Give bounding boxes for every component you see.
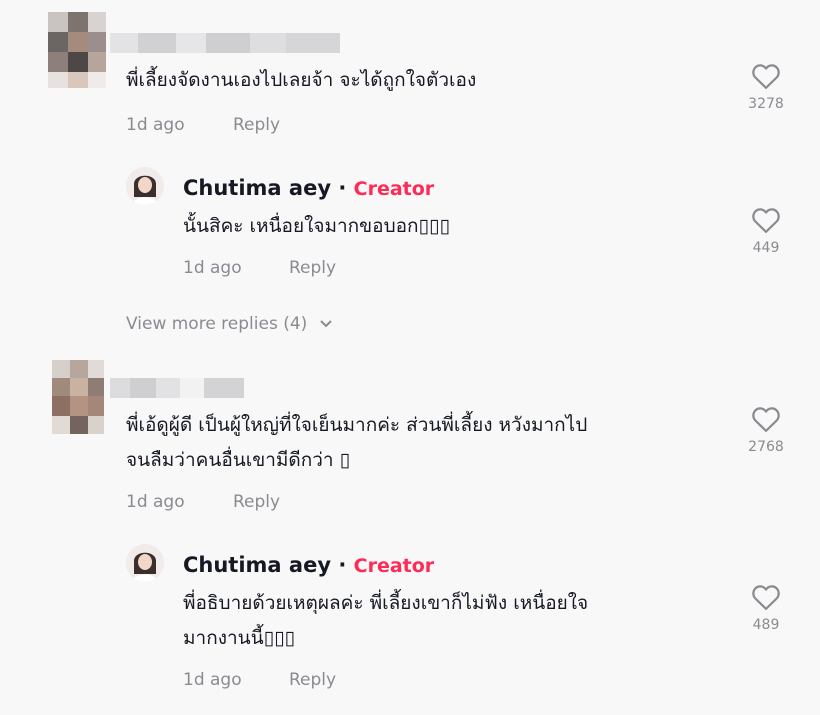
timestamp: 1d ago (183, 258, 242, 278)
view-more-label: View more replies (4) (126, 314, 308, 334)
reply-author: Chutima aey · Creator (183, 553, 434, 577)
creator-avatar[interactable] (126, 167, 164, 205)
author-name[interactable]: Chutima aey (183, 553, 331, 577)
like-count: 449 (752, 240, 780, 256)
view-more-replies[interactable]: View more replies (4) (126, 314, 333, 334)
reply-text: พี่อธิบายด้วยเหตุผลค่ะ พี่เลี้ยงเขาก็ไม่… (183, 592, 589, 649)
like-button[interactable]: 449 (736, 206, 796, 256)
reply-text: นั้นสิคะ เหนื่อยใจมากขอบอก▯▯▯ (183, 215, 450, 237)
author-name[interactable]: Chutima aey (183, 176, 331, 200)
separator: · (338, 553, 347, 577)
timestamp: 1d ago (183, 670, 242, 690)
heart-outline-icon (752, 407, 780, 432)
separator: · (338, 176, 347, 200)
comment-meta: 1d ago Reply (126, 115, 426, 137)
reply-button[interactable]: Reply (289, 670, 336, 690)
reply-button[interactable]: Reply (233, 492, 280, 512)
reply-author: Chutima aey · Creator (183, 176, 434, 200)
comment-meta: 1d ago Reply (126, 492, 426, 514)
heart-outline-icon (752, 585, 780, 610)
comment-2: พี่เอ้ดูผู้ดี เป็นผู้ใหญ่ที่ใจเย็นมากค่ะ… (0, 350, 820, 715)
comment-text: พี่เอ้ดูผู้ดี เป็นผู้ใหญ่ที่ใจเย็นมากค่ะ… (126, 414, 588, 471)
avatar[interactable] (52, 360, 104, 434)
like-count: 3278 (748, 96, 784, 112)
timestamp: 1d ago (126, 115, 185, 135)
chevron-down-icon (320, 320, 332, 328)
like-button[interactable]: 489 (736, 583, 796, 633)
like-button[interactable]: 3278 (736, 62, 796, 112)
creator-badge: Creator (353, 555, 435, 577)
heart-outline-icon (752, 64, 780, 89)
username-blurred[interactable] (110, 33, 340, 53)
reply-meta: 1d ago Reply (183, 670, 483, 692)
comment-1: พี่เลี้ยงจัดงานเองไปเลยจ้า จะได้ถูกใจตัว… (0, 0, 820, 345)
heart-outline-icon (752, 208, 780, 233)
avatar[interactable] (48, 12, 106, 88)
comment-text: พี่เลี้ยงจัดงานเองไปเลยจ้า จะได้ถูกใจตัว… (126, 69, 477, 91)
creator-avatar[interactable] (126, 544, 164, 582)
reply-button[interactable]: Reply (233, 115, 280, 135)
like-button[interactable]: 2768 (736, 405, 796, 455)
like-count: 489 (752, 617, 780, 633)
reply-meta: 1d ago Reply (183, 258, 483, 280)
username-blurred[interactable] (110, 378, 244, 398)
timestamp: 1d ago (126, 492, 185, 512)
creator-badge: Creator (353, 178, 435, 200)
reply-button[interactable]: Reply (289, 258, 336, 278)
like-count: 2768 (748, 439, 784, 455)
